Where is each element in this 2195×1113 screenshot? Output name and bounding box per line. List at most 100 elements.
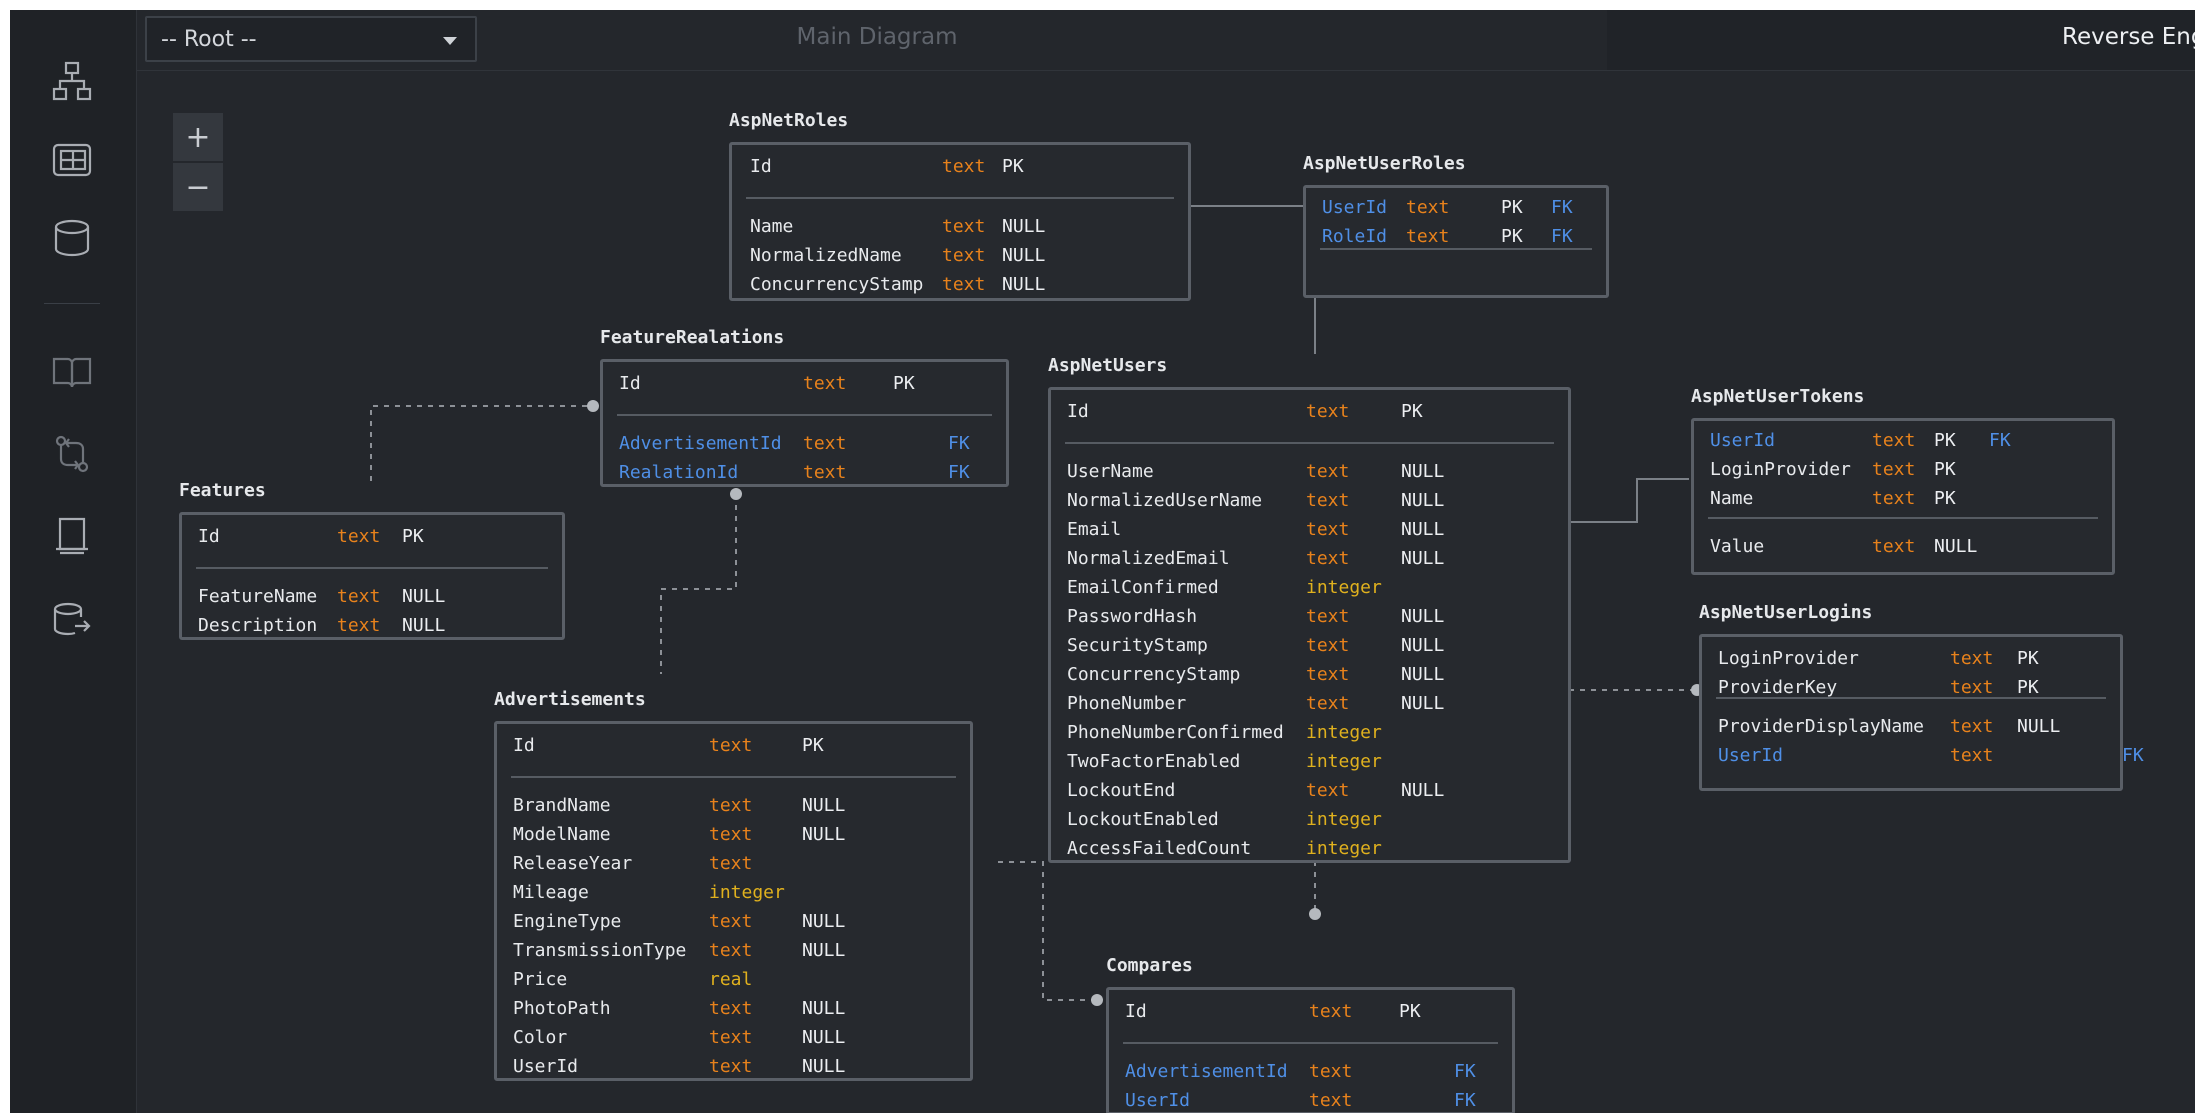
- entity-aspnetroles[interactable]: AspNetRoles Id text PK Name text NULL Normalize…: [729, 110, 1191, 301]
- column-row[interactable]: EmailConfirmed integer: [1051, 576, 1568, 600]
- column-name: ProviderKey: [1718, 677, 1838, 698]
- entity-box[interactable]: UserId text PK FK RoleId text PK FK: [1303, 185, 1609, 298]
- connector-dot: [730, 488, 742, 500]
- column-row[interactable]: Value text NULL: [1694, 535, 2112, 559]
- entity-aspnetuserlogins[interactable]: AspNetUserLogins LoginProvider text PK Provi…: [1699, 602, 2144, 791]
- column-row[interactable]: Id text PK: [603, 372, 1006, 396]
- hierarchy-icon[interactable]: [46, 55, 98, 107]
- database-export-icon[interactable]: [46, 594, 98, 646]
- entity-box[interactable]: Id text PK FeatureName text NULL Description te…: [179, 512, 565, 640]
- column-row[interactable]: Name text NULL: [732, 215, 1188, 239]
- database-icon[interactable]: [46, 212, 98, 264]
- column-row[interactable]: RoleId text PK FK: [1306, 225, 1606, 249]
- column-row[interactable]: Price real: [497, 968, 970, 992]
- table-icon[interactable]: [46, 134, 98, 186]
- entity-box[interactable]: UserId text PK FK LoginProvider text PK Name tex…: [1691, 418, 2115, 575]
- entity-advertisements[interactable]: Advertisements Id text PK BrandName text NULL M…: [494, 689, 973, 1081]
- column-row[interactable]: Name text PK: [1694, 487, 2112, 511]
- column-row[interactable]: Mileage integer: [497, 881, 970, 905]
- column-name: Id: [750, 156, 772, 177]
- column-row[interactable]: Color text NULL: [497, 1026, 970, 1050]
- column-row[interactable]: LockoutEnabled integer: [1051, 808, 1568, 832]
- column-row[interactable]: UserId text FK: [1109, 1089, 1512, 1113]
- document-icon[interactable]: [46, 510, 98, 562]
- entity-title[interactable]: Compares: [1106, 955, 1193, 976]
- column-row[interactable]: AdvertisementId text FK: [603, 432, 1006, 456]
- column-row[interactable]: Id text PK: [732, 155, 1188, 179]
- column-row[interactable]: TransmissionType text NULL: [497, 939, 970, 963]
- column-row[interactable]: ProviderDisplayName text NULL: [1702, 715, 2120, 739]
- column-row[interactable]: ConcurrencyStamp text NULL: [732, 273, 1188, 297]
- column-row[interactable]: UserName text NULL: [1051, 460, 1568, 484]
- entity-box[interactable]: Id text PK BrandName text NULL ModelName text NU…: [494, 721, 973, 1081]
- column-row[interactable]: AdvertisementId text FK: [1109, 1060, 1512, 1084]
- column-row[interactable]: Id text PK: [497, 734, 970, 758]
- zoom-in-button[interactable]: +: [173, 113, 223, 161]
- column-row[interactable]: LockoutEnd text NULL: [1051, 779, 1568, 803]
- entity-aspnetusertokens[interactable]: AspNetUserTokens UserId text PK FK LoginProvi…: [1691, 386, 2115, 575]
- column-row[interactable]: NormalizedUserName text NULL: [1051, 489, 1568, 513]
- entity-title[interactable]: Features: [179, 480, 266, 501]
- column-row[interactable]: Id text PK: [1109, 1000, 1512, 1024]
- column-row[interactable]: UserId text NULL: [497, 1055, 970, 1079]
- column-row[interactable]: PhoneNumber text NULL: [1051, 692, 1568, 716]
- root-select-value: -- Root --: [161, 26, 257, 52]
- entity-title[interactable]: AspNetUserLogins: [1699, 602, 1872, 623]
- column-row[interactable]: Email text NULL: [1051, 518, 1568, 542]
- entity-box[interactable]: Id text PK UserName text NULL NormalizedUserNa…: [1048, 387, 1571, 863]
- column-row[interactable]: SecurityStamp text NULL: [1051, 634, 1568, 658]
- column-row[interactable]: LoginProvider text PK: [1694, 458, 2112, 482]
- entity-box[interactable]: Id text PK AdvertisementId text FK RealationId…: [600, 359, 1009, 487]
- column-row[interactable]: UserId text FK: [1702, 744, 2144, 768]
- entity-title[interactable]: FeatureRealations: [600, 327, 784, 348]
- column-row[interactable]: TwoFactorEnabled integer: [1051, 750, 1568, 774]
- column-name: PhoneNumberConfirmed: [1067, 722, 1284, 743]
- entity-compares[interactable]: Compares Id text PK AdvertisementId text FK Use…: [1106, 955, 1515, 1113]
- entity-features[interactable]: Features Id text PK FeatureName text NULL Descr…: [179, 480, 565, 640]
- column-row[interactable]: Id text PK: [182, 525, 562, 549]
- column-row[interactable]: EngineType text NULL: [497, 910, 970, 934]
- column-type: text: [1950, 745, 1994, 766]
- column-row[interactable]: ProviderKey text PK: [1702, 676, 2120, 700]
- column-type: text: [1306, 490, 1350, 511]
- entity-title[interactable]: AspNetUserTokens: [1691, 386, 1864, 407]
- column-nullable: NULL: [402, 615, 446, 636]
- column-type: text: [1306, 693, 1350, 714]
- entity-title[interactable]: AspNetRoles: [729, 110, 848, 131]
- entity-title[interactable]: AspNetUserRoles: [1303, 153, 1466, 174]
- column-row[interactable]: ReleaseYear text: [497, 852, 970, 876]
- column-row[interactable]: ModelName text NULL: [497, 823, 970, 847]
- column-row[interactable]: NormalizedEmail text NULL: [1051, 547, 1568, 571]
- compare-icon[interactable]: [46, 428, 98, 480]
- column-row[interactable]: RealationId text FK: [603, 461, 1006, 485]
- reverse-engineer-tab[interactable]: Reverse Engineer: [2062, 24, 2195, 50]
- column-row[interactable]: UserId text PK FK: [1694, 429, 2112, 453]
- column-row[interactable]: LoginProvider text PK: [1702, 647, 2120, 671]
- column-nullable: NULL: [802, 940, 846, 961]
- column-row[interactable]: PhoneNumberConfirmed integer: [1051, 721, 1568, 745]
- column-row[interactable]: Description text NULL: [182, 614, 562, 638]
- column-row[interactable]: PhotoPath text NULL: [497, 997, 970, 1021]
- column-type: text: [1872, 459, 1916, 480]
- entity-box[interactable]: Id text PK AdvertisementId text FK UserId text F…: [1106, 987, 1515, 1113]
- entity-box[interactable]: Id text PK Name text NULL NormalizedName text NU…: [729, 142, 1191, 301]
- column-row[interactable]: BrandName text NULL: [497, 794, 970, 818]
- zoom-out-button[interactable]: −: [173, 163, 223, 211]
- column-row[interactable]: Id text PK: [1051, 400, 1568, 424]
- column-row[interactable]: FeatureName text NULL: [182, 585, 562, 609]
- entity-aspnetusers[interactable]: AspNetUsers Id text PK UserName text NULL Norma…: [1048, 355, 1571, 863]
- column-name: ConcurrencyStamp: [750, 274, 924, 295]
- entity-box[interactable]: LoginProvider text PK ProviderKey text PK Prov…: [1699, 634, 2144, 791]
- diagram-canvas[interactable]: + − AspNetRoles Id text PK Name text NULL Norma…: [137, 71, 2195, 1113]
- root-select[interactable]: -- Root --: [145, 16, 477, 62]
- column-row[interactable]: PasswordHash text NULL: [1051, 605, 1568, 629]
- column-row[interactable]: ConcurrencyStamp text NULL: [1051, 663, 1568, 687]
- column-row[interactable]: AccessFailedCount integer: [1051, 837, 1568, 861]
- entity-featurerealations[interactable]: FeatureRealations Id text PK AdvertisementId…: [600, 327, 1009, 487]
- column-row[interactable]: NormalizedName text NULL: [732, 244, 1188, 268]
- entity-title[interactable]: Advertisements: [494, 689, 646, 710]
- column-row[interactable]: UserId text PK FK: [1306, 196, 1606, 220]
- entity-title[interactable]: AspNetUsers: [1048, 355, 1167, 376]
- book-icon[interactable]: [46, 346, 98, 398]
- entity-aspnetuserroles[interactable]: AspNetUserRoles UserId text PK FK RoleId text P…: [1303, 153, 1609, 298]
